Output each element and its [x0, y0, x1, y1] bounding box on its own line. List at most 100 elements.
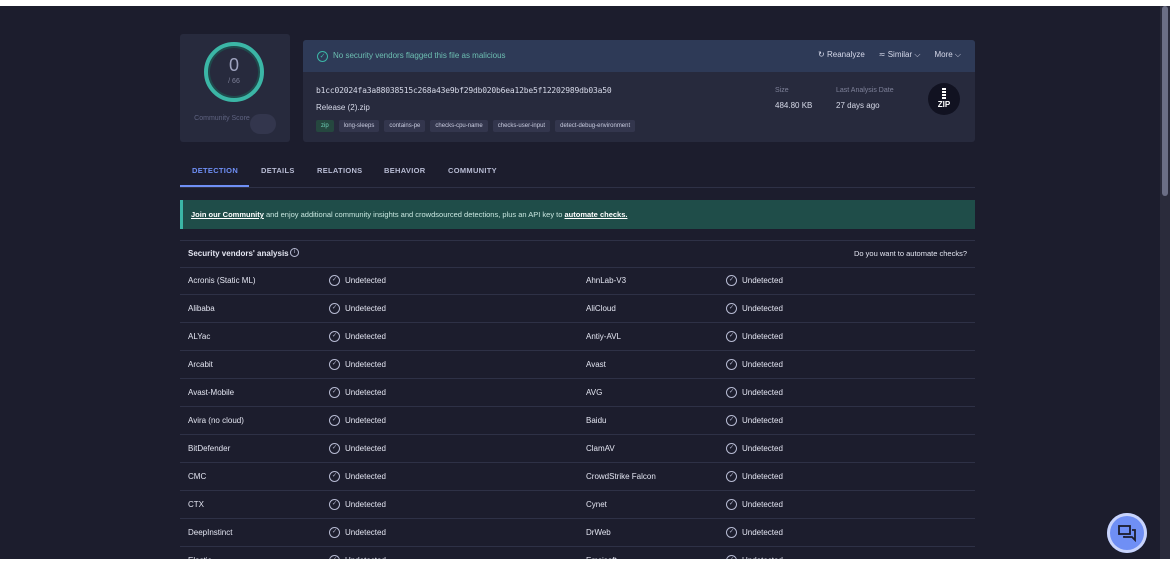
result-label: Undetected — [345, 444, 386, 453]
table-row: Acronis (Static ML) ✓ Undetected AhnLab-V3 ✓… — [180, 267, 975, 295]
check-circle-icon: ✓ — [329, 359, 340, 370]
chat-icon — [1118, 525, 1136, 542]
tab-detection[interactable]: DETECTION — [192, 166, 238, 175]
tag[interactable]: long-sleeps — [338, 120, 380, 132]
detection-result: ✓ Undetected — [726, 359, 783, 370]
tab-behavior[interactable]: BEHAVIOR — [384, 166, 425, 175]
automate-checks-link[interactable]: automate checks. — [565, 210, 628, 219]
detection-result: ✓ Undetected — [329, 415, 386, 426]
detection-result: ✓ Undetected — [329, 499, 386, 510]
vendor-name: Avast — [586, 360, 606, 369]
similar-icon: ≂ — [878, 50, 888, 59]
more-button[interactable]: More ⌵ — [934, 50, 961, 60]
result-label: Undetected — [742, 500, 783, 509]
table-row: Avira (no cloud) ✓ Undetected Baidu ✓ Undetec… — [180, 407, 975, 435]
result-label: Undetected — [742, 388, 783, 397]
detection-score: 0 — [228, 55, 239, 75]
result-label: Undetected — [742, 304, 783, 313]
result-label: Undetected — [742, 332, 783, 341]
check-circle-icon: ✓ — [726, 303, 737, 314]
check-circle-icon: ✓ — [329, 527, 340, 538]
bottom-strip — [0, 559, 1170, 567]
detection-result: ✓ Undetected — [329, 387, 386, 398]
vendor-name: DeepInstinct — [188, 528, 233, 537]
check-circle-icon: ✓ — [726, 443, 737, 454]
tab-community[interactable]: COMMUNITY — [448, 166, 497, 175]
score-ring: 0 / 66 — [204, 42, 264, 102]
vendors-table: Acronis (Static ML) ✓ Undetected AhnLab-V3 ✓… — [180, 267, 975, 559]
tag[interactable]: checks-cpu-name — [430, 120, 488, 132]
detection-result: ✓ Undetected — [329, 443, 386, 454]
result-label: Undetected — [345, 276, 386, 285]
vendor-name: AhnLab-V3 — [586, 276, 627, 285]
community-score-card: 0 / 66 Community Score — [180, 34, 290, 142]
check-circle-icon: ✓ — [726, 359, 737, 370]
check-circle-icon: ✓ — [329, 443, 340, 454]
check-circle-icon: ✓ — [726, 415, 737, 426]
community-score-badge[interactable] — [250, 114, 276, 134]
similar-button[interactable]: ≂ Similar ⌵ — [879, 50, 921, 60]
file-hash[interactable]: b1cc02024fa3a88038515c268a43e9bf29db020b… — [316, 86, 612, 95]
promo-middle-text: and enjoy additional community insights … — [263, 210, 565, 219]
status-banner: ✓ No security vendors flagged this file … — [303, 40, 975, 72]
detection-result: ✓ Undetected — [726, 499, 783, 510]
tab-details[interactable]: DETAILS — [261, 166, 295, 175]
result-label: Undetected — [345, 416, 386, 425]
table-row: Elastic✓UndetectedEmsisoft✓Undetected — [180, 547, 975, 559]
vendor-name: Antiy-AVL — [586, 332, 621, 341]
similar-label: Similar — [887, 50, 913, 59]
banner-actions: ↻ Reanalyze ≂ Similar ⌵ More ⌵ — [818, 50, 961, 60]
table-row: ALYac ✓ Undetected Antiy-AVL ✓ Undetected — [180, 323, 975, 351]
vendor-name: AliCloud — [586, 304, 616, 313]
detection-result: ✓ Undetected — [726, 387, 783, 398]
detection-result: ✓ Undetected — [329, 275, 386, 286]
scrollbar-thumb[interactable] — [1162, 6, 1168, 196]
zip-file-icon: ZIP — [928, 83, 960, 115]
result-label: Undetected — [742, 528, 783, 537]
check-circle-icon: ✓ — [329, 415, 340, 426]
size-value: 484.80 KB — [775, 101, 813, 110]
detection-result: ✓ Undetected — [329, 303, 386, 314]
result-label: Undetected — [345, 332, 386, 341]
automate-checks-link[interactable]: Do you want to automate checks? — [854, 249, 967, 258]
detection-result: ✓ Undetected — [329, 331, 386, 342]
detection-result: ✓ Undetected — [726, 527, 783, 538]
check-circle-icon: ✓ — [726, 499, 737, 510]
vendor-name: AVG — [586, 388, 603, 397]
result-label: Undetected — [742, 472, 783, 481]
chat-button[interactable] — [1107, 513, 1147, 553]
tag[interactable]: detect-debug-environment — [555, 120, 636, 132]
reanalyze-button[interactable]: ↻ Reanalyze — [818, 50, 865, 60]
file-name: Release (2).zip — [316, 103, 370, 112]
check-circle-icon: ✓ — [329, 387, 340, 398]
vendor-name: Arcabit — [188, 360, 213, 369]
detection-result: ✓ Undetected — [726, 303, 783, 314]
check-circle-icon: ✓ — [726, 471, 737, 482]
vendor-name: DrWeb — [586, 528, 611, 537]
reanalyze-label: Reanalyze — [826, 50, 865, 59]
page-scrollbar[interactable] — [1160, 6, 1170, 559]
result-label: Undetected — [345, 528, 386, 537]
check-circle-icon: ✓ — [329, 499, 340, 510]
tag[interactable]: zip — [316, 120, 334, 132]
vendor-name: Avast-Mobile — [188, 388, 235, 397]
table-row: BitDefender ✓ Undetected ClamAV ✓ Undetected — [180, 435, 975, 463]
file-type-label: ZIP — [937, 100, 951, 109]
result-label: Undetected — [742, 360, 783, 369]
join-community-link[interactable]: Join our Community — [191, 210, 264, 219]
tag[interactable]: contains-pe — [384, 120, 426, 132]
tab-relations[interactable]: RELATIONS — [317, 166, 362, 175]
vendor-name: Baidu — [586, 416, 607, 425]
tag[interactable]: checks-user-input — [492, 120, 551, 132]
result-label: Undetected — [345, 360, 386, 369]
last-analysis-label: Last Analysis Date — [836, 87, 894, 94]
result-label: Undetected — [345, 304, 386, 313]
info-icon[interactable]: i — [290, 248, 299, 257]
result-label: Undetected — [742, 276, 783, 285]
detection-result: ✓ Undetected — [726, 331, 783, 342]
last-analysis-value: 27 days ago — [836, 101, 880, 110]
result-label: Undetected — [742, 416, 783, 425]
vendors-analysis-header: Security vendors' analysis i Do you want… — [180, 240, 975, 268]
chevron-down-icon: ⌵ — [952, 50, 961, 59]
community-promo-banner: Join our Community and enjoy additional … — [180, 200, 975, 229]
